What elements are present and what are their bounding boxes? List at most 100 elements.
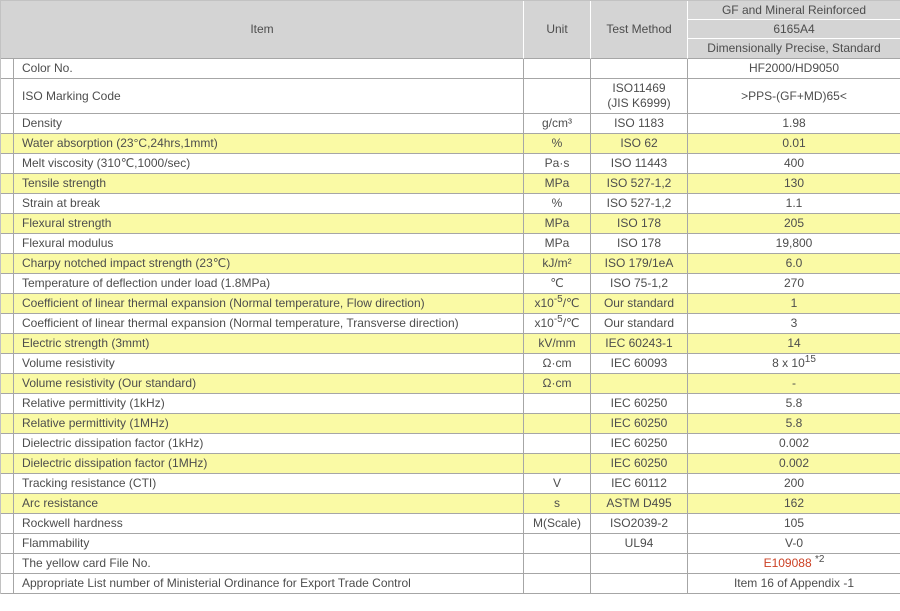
row-spacer xyxy=(1,494,14,514)
item-cell: Rockwell hardness xyxy=(14,514,524,534)
table-row: Volume resistivity (Our standard)Ω·cm- xyxy=(1,374,900,394)
value-cell: 8 x 1015 xyxy=(688,354,900,374)
unit-cell: g/cm³ xyxy=(524,114,591,134)
item-cell: Appropriate List number of Ministerial O… xyxy=(14,574,524,594)
unit-cell: MPa xyxy=(524,214,591,234)
unit-cell: kJ/m² xyxy=(524,254,591,274)
value-cell: 1.98 xyxy=(688,114,900,134)
row-spacer xyxy=(1,194,14,214)
value-cell: 3 xyxy=(688,314,900,334)
table-row: Coefficient of linear thermal expansion … xyxy=(1,294,900,314)
item-cell: Relative permittivity (1kHz) xyxy=(14,394,524,414)
item-cell: Flexural strength xyxy=(14,214,524,234)
spec-sheet: Item Unit Test Method GF and Mineral Rei… xyxy=(0,0,900,594)
item-cell: Tracking resistance (CTI) xyxy=(14,474,524,494)
unit-cell xyxy=(524,394,591,414)
value-cell: 105 xyxy=(688,514,900,534)
value-cell: 5.8 xyxy=(688,394,900,414)
value-cell: Item 16 of Appendix -1 xyxy=(688,574,900,594)
unit-cell: kV/mm xyxy=(524,334,591,354)
value-cell: 1.1 xyxy=(688,194,900,214)
row-spacer xyxy=(1,514,14,534)
row-spacer xyxy=(1,294,14,314)
table-row: Appropriate List number of Ministerial O… xyxy=(1,574,900,594)
table-row: Flexural modulusMPaISO 17819,800 xyxy=(1,234,900,254)
table-row: Tensile strengthMPaISO 527-1,2130 xyxy=(1,174,900,194)
table-row: Flexural strengthMPaISO 178205 xyxy=(1,214,900,234)
unit-cell: V xyxy=(524,474,591,494)
row-spacer xyxy=(1,394,14,414)
test-method-cell: IEC 60250 xyxy=(591,434,688,454)
table-row: Electric strength (3mmt)kV/mmIEC 60243-1… xyxy=(1,334,900,354)
item-cell: Coefficient of linear thermal expansion … xyxy=(14,314,524,334)
table-row: Dielectric dissipation factor (1MHz)IEC … xyxy=(1,454,900,474)
product-description: Dimensionally Precise, Standard xyxy=(688,39,900,58)
test-method-cell: ASTM D495 xyxy=(591,494,688,514)
test-method-cell: IEC 60250 xyxy=(591,394,688,414)
row-spacer xyxy=(1,254,14,274)
value-footnote: *2 xyxy=(815,554,824,565)
table-row: ISO Marking CodeISO11469 (JIS K6999)>PPS… xyxy=(1,79,900,114)
row-spacer xyxy=(1,354,14,374)
item-cell: Melt viscosity (310℃,1000/sec) xyxy=(14,154,524,174)
header-test-method: Test Method xyxy=(591,1,688,59)
table-row: Dielectric dissipation factor (1kHz)IEC … xyxy=(1,434,900,454)
value-cell: HF2000/HD9050 xyxy=(688,59,900,79)
value-cell: 270 xyxy=(688,274,900,294)
table-row: Volume resistivityΩ·cmIEC 600938 x 1015 xyxy=(1,354,900,374)
unit-cell: Pa·s xyxy=(524,154,591,174)
test-method-cell xyxy=(591,374,688,394)
test-method-cell: IEC 60250 xyxy=(591,414,688,434)
row-spacer xyxy=(1,414,14,434)
test-method-cell xyxy=(591,59,688,79)
test-method-cell: ISO 178 xyxy=(591,234,688,254)
unit-cell: MPa xyxy=(524,174,591,194)
test-method-cell: ISO11469 (JIS K6999) xyxy=(591,79,688,114)
product-family: GF and Mineral Reinforced xyxy=(688,1,900,20)
table-row: Densityg/cm³ISO 11831.98 xyxy=(1,114,900,134)
row-spacer xyxy=(1,134,14,154)
unit-cell xyxy=(524,59,591,79)
row-spacer xyxy=(1,59,14,79)
property-table: Item Unit Test Method GF and Mineral Rei… xyxy=(0,0,900,594)
table-row: FlammabilityUL94V-0 xyxy=(1,534,900,554)
unit-cell: x10-5/℃ xyxy=(524,294,591,314)
unit-cell: x10-5/℃ xyxy=(524,314,591,334)
item-cell: Volume resistivity (Our standard) xyxy=(14,374,524,394)
table-body: Color No. HF2000/HD9050 ISO Marking Code IS… xyxy=(1,59,900,594)
table-row: The yellow card File No. E109088 *2 xyxy=(1,554,900,574)
row-spacer xyxy=(1,114,14,134)
value-accent-text: E109088 xyxy=(764,556,812,570)
test-method-cell: ISO 178 xyxy=(591,214,688,234)
header-unit: Unit xyxy=(524,1,591,59)
item-cell: Arc resistance xyxy=(14,494,524,514)
unit-cell xyxy=(524,534,591,554)
row-spacer xyxy=(1,554,14,574)
item-cell: Strain at break xyxy=(14,194,524,214)
unit-cell xyxy=(524,434,591,454)
table-row: Temperature of deflection under load (1.… xyxy=(1,274,900,294)
value-cell: - xyxy=(688,374,900,394)
item-cell: Color No. xyxy=(14,59,524,79)
row-spacer xyxy=(1,154,14,174)
row-spacer xyxy=(1,454,14,474)
value-cell: 130 xyxy=(688,174,900,194)
unit-cell xyxy=(524,554,591,574)
value-cell: 0.01 xyxy=(688,134,900,154)
test-method-cell: ISO 62 xyxy=(591,134,688,154)
test-method-cell: ISO 527-1,2 xyxy=(591,174,688,194)
item-cell: ISO Marking Code xyxy=(14,79,524,114)
value-cell: 400 xyxy=(688,154,900,174)
table-row: Water absorption (23°C,24hrs,1mmt)%ISO 6… xyxy=(1,134,900,154)
test-method-cell: UL94 xyxy=(591,534,688,554)
value-cell: 5.8 xyxy=(688,414,900,434)
unit-cell xyxy=(524,79,591,114)
value-cell: V-0 xyxy=(688,534,900,554)
item-cell: Dielectric dissipation factor (1MHz) xyxy=(14,454,524,474)
item-cell: Volume resistivity xyxy=(14,354,524,374)
unit-cell: MPa xyxy=(524,234,591,254)
item-cell: Water absorption (23°C,24hrs,1mmt) xyxy=(14,134,524,154)
table-row: Arc resistancesASTM D495162 xyxy=(1,494,900,514)
test-method-cell: IEC 60243-1 xyxy=(591,334,688,354)
item-cell: The yellow card File No. xyxy=(14,554,524,574)
